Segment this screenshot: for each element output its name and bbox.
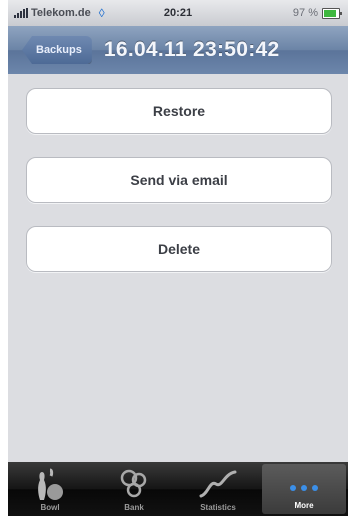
tab-bowl[interactable]: Bowl: [8, 462, 92, 516]
tab-statistics[interactable]: Statistics: [176, 462, 260, 516]
navigation-bar: Backups 16.04.11 23:50:42: [8, 26, 348, 74]
tab-label: Bank: [124, 503, 144, 512]
battery-percent: 97 %: [292, 7, 318, 19]
tab-bank[interactable]: Bank: [92, 462, 176, 516]
bowling-balls-icon: [120, 469, 147, 498]
send-via-email-button[interactable]: Send via email: [26, 157, 332, 203]
restore-button[interactable]: Restore: [26, 88, 332, 134]
tab-bar: Bowl Bank Statistics More: [8, 462, 348, 516]
battery-icon: [322, 8, 342, 19]
bowling-pins-icon: [38, 468, 63, 500]
tab-more[interactable]: More: [262, 464, 346, 514]
back-button[interactable]: Backups: [22, 36, 92, 64]
phone-screen: Telekom.de ◊ 20:21 97 % Backups 16.04.11…: [8, 0, 348, 516]
tab-label: Bowl: [40, 503, 60, 512]
delete-button[interactable]: Delete: [26, 226, 332, 272]
status-bar: Telekom.de ◊ 20:21 97 %: [8, 0, 348, 26]
more-dots-icon: [290, 485, 318, 491]
page-title: 16.04.11 23:50:42: [103, 38, 280, 61]
tab-label: Statistics: [200, 503, 236, 512]
statistics-curve-icon: [199, 470, 237, 498]
